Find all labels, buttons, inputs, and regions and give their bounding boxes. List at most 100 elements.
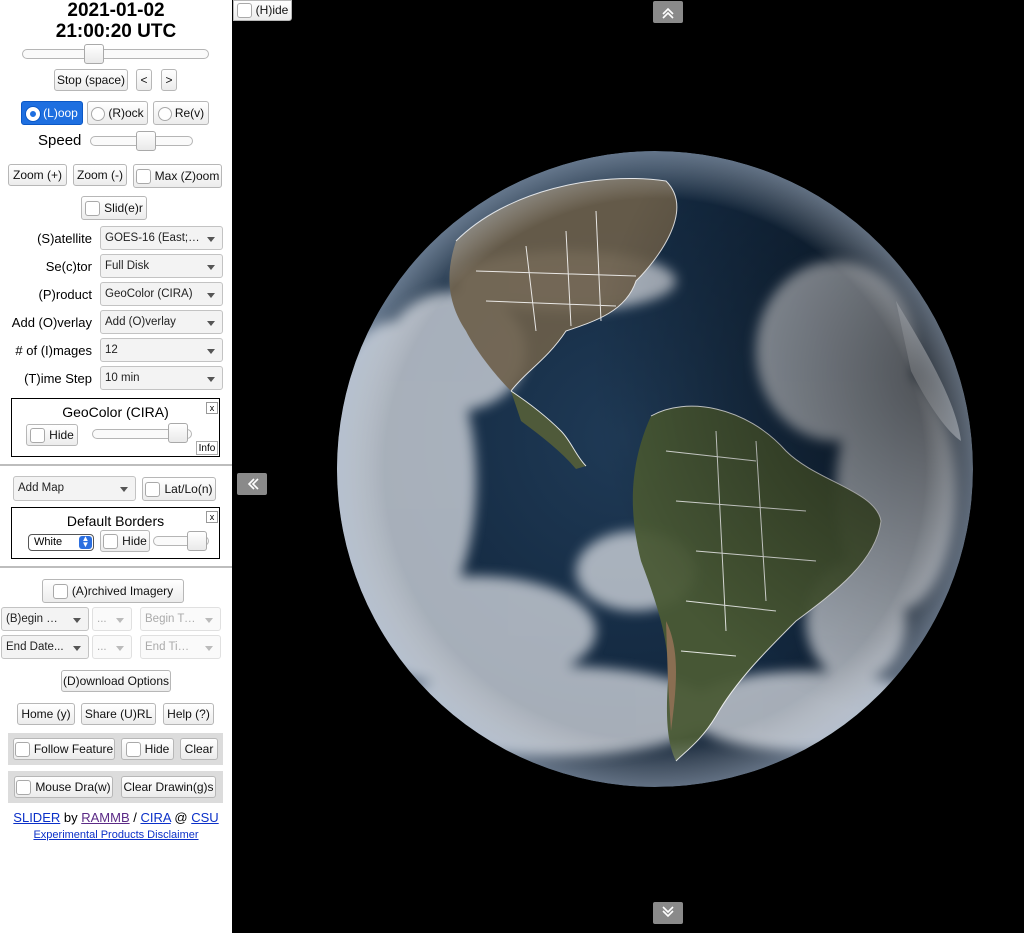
rock-mode-label: (R)ock (108, 106, 144, 120)
divider-1 (0, 464, 232, 466)
borders-layer-box: Default Borders x White ▲ ▼ Hide (11, 507, 220, 559)
follow-feature-checkbox (14, 742, 30, 758)
hide-panel-checkbox (236, 3, 252, 19)
follow-feature-button[interactable]: Follow Feature (13, 738, 115, 760)
begin-time-select: Begin Time... (140, 607, 221, 631)
slider-toggle-button[interactable]: Slid(e)r (81, 196, 147, 220)
overlay-label: Add (O)verlay (11, 315, 92, 330)
product-hide-label: Hide (49, 428, 74, 442)
max-zoom-label: Max (Z)oom (154, 169, 220, 183)
loop-radio-icon (26, 106, 41, 121)
zoom-in-button[interactable]: Zoom (+) (8, 164, 67, 186)
archived-imagery-label: (A)rchived Imagery (71, 584, 174, 598)
timestamp-date: 2021-01-02 (67, 0, 165, 21)
home-button[interactable]: Home (y) (17, 703, 75, 725)
product-layer-box: GeoColor (CIRA) x Hide Info (11, 398, 220, 457)
disclaimer-link[interactable]: Experimental Products Disclaimer (33, 829, 198, 841)
reverse-mode-button[interactable]: Re(v) (153, 101, 209, 125)
disclaimer-line: Experimental Products Disclaimer (0, 829, 232, 841)
mouse-draw-checkbox (16, 780, 32, 796)
borders-layer-close-button[interactable]: x (206, 511, 218, 523)
chevron-down-icon (207, 349, 215, 354)
pan-left-button[interactable] (237, 473, 267, 495)
chevron-down-icon (207, 293, 215, 298)
feature-hide-button[interactable]: Hide (121, 738, 174, 760)
chevron-down-icon (207, 321, 215, 326)
end-time-select: End Time... (140, 635, 221, 659)
images-select[interactable]: 12 (100, 338, 223, 362)
sector-label: Se(c)tor (45, 259, 92, 274)
slider-link[interactable]: SLIDER (13, 810, 60, 825)
max-zoom-button[interactable]: Max (Z)oom (133, 164, 222, 188)
rammb-link[interactable]: RAMMB (81, 810, 129, 825)
chevron-down-icon (116, 618, 124, 623)
feature-hide-label: Hide (144, 742, 170, 756)
sector-select[interactable]: Full Disk (100, 254, 223, 278)
image-viewer[interactable]: (H)ide (233, 0, 1024, 933)
next-frame-button[interactable]: > (161, 69, 177, 91)
product-layer-close-button[interactable]: x (206, 402, 218, 414)
satellite-label: (S)atellite (37, 231, 92, 246)
chevron-down-icon (662, 906, 674, 918)
pan-down-button[interactable] (653, 902, 683, 924)
help-button[interactable]: Help (?) (163, 703, 214, 725)
feature-hide-checkbox (125, 742, 141, 758)
product-select[interactable]: GeoColor (CIRA) (100, 282, 223, 306)
end-date-extra-select: ... (92, 635, 132, 659)
borders-opacity-thumb[interactable] (187, 531, 208, 551)
frame-slider-thumb[interactable] (83, 44, 104, 64)
chevron-down-icon (205, 618, 213, 623)
chevron-down-icon (73, 618, 81, 623)
archived-imagery-button[interactable]: (A)rchived Imagery (42, 579, 184, 603)
time-step-select[interactable]: 10 min (100, 366, 223, 390)
select-arrows-icon: ▲ ▼ (79, 535, 92, 549)
csu-link[interactable]: CSU (191, 810, 218, 825)
prev-frame-button[interactable]: < (136, 69, 152, 91)
chevron-left-icon (247, 478, 259, 490)
satellite-select[interactable]: GOES-16 (East; Full Disk) (100, 226, 223, 250)
control-panel: 2021-01-02 21:00:20 UTC Stop (space) < >… (0, 0, 232, 933)
product-hide-button[interactable]: Hide (26, 424, 78, 446)
product-opacity-thumb[interactable] (168, 423, 188, 443)
hide-panel-button[interactable]: (H)ide (233, 0, 292, 21)
timestamp-time: 21:00:20 UTC (55, 21, 177, 42)
mouse-draw-label: Mouse Dra(w) (35, 780, 111, 794)
slider-toggle-checkbox (85, 201, 101, 217)
cira-link[interactable]: CIRA (140, 810, 170, 825)
chevron-down-icon (207, 265, 215, 270)
latlon-label: Lat/Lo(n) (164, 482, 213, 496)
clear-drawings-button[interactable]: Clear Drawin(g)s (121, 776, 216, 798)
max-zoom-checkbox (135, 169, 151, 185)
borders-hide-button[interactable]: Hide (100, 530, 150, 552)
add-map-select[interactable]: Add Map (13, 476, 136, 501)
mouse-draw-button[interactable]: Mouse Dra(w) (14, 776, 113, 798)
begin-date-select[interactable]: (B)egin Date... (1, 607, 89, 631)
product-hide-checkbox (30, 428, 46, 444)
feature-clear-button[interactable]: Clear (180, 738, 218, 760)
reverse-mode-label: Re(v) (174, 106, 205, 120)
latlon-button[interactable]: Lat/Lo(n) (142, 477, 216, 501)
chevron-down-icon (73, 646, 81, 651)
reverse-radio-icon (157, 106, 172, 121)
product-label: (P)roduct (38, 287, 92, 302)
loop-mode-label: (L)oop (43, 106, 78, 120)
end-date-select[interactable]: End Date... (1, 635, 89, 659)
pan-up-button[interactable] (653, 1, 683, 23)
time-step-label: (T)ime Step (24, 371, 92, 386)
latlon-checkbox (145, 482, 161, 498)
zoom-out-button[interactable]: Zoom (-) (73, 164, 127, 186)
borders-hide-checkbox (103, 534, 119, 550)
speed-slider-thumb[interactable] (135, 131, 156, 151)
loop-mode-button[interactable]: (L)oop (21, 101, 83, 125)
rock-mode-button[interactable]: (R)ock (87, 101, 148, 125)
share-url-button[interactable]: Share (U)RL (81, 703, 156, 725)
chevron-down-icon (207, 237, 215, 242)
border-color-select[interactable]: White ▲ ▼ (28, 534, 94, 551)
download-options-button[interactable]: (D)ownload Options (61, 670, 171, 692)
product-info-button[interactable]: Info (196, 441, 218, 455)
begin-date-extra-select: ... (92, 607, 132, 631)
follow-feature-label: Follow Feature (33, 742, 114, 756)
overlay-select[interactable]: Add (O)verlay (100, 310, 223, 334)
stop-button[interactable]: Stop (space) (54, 69, 128, 91)
border-color-value: White (34, 536, 63, 548)
